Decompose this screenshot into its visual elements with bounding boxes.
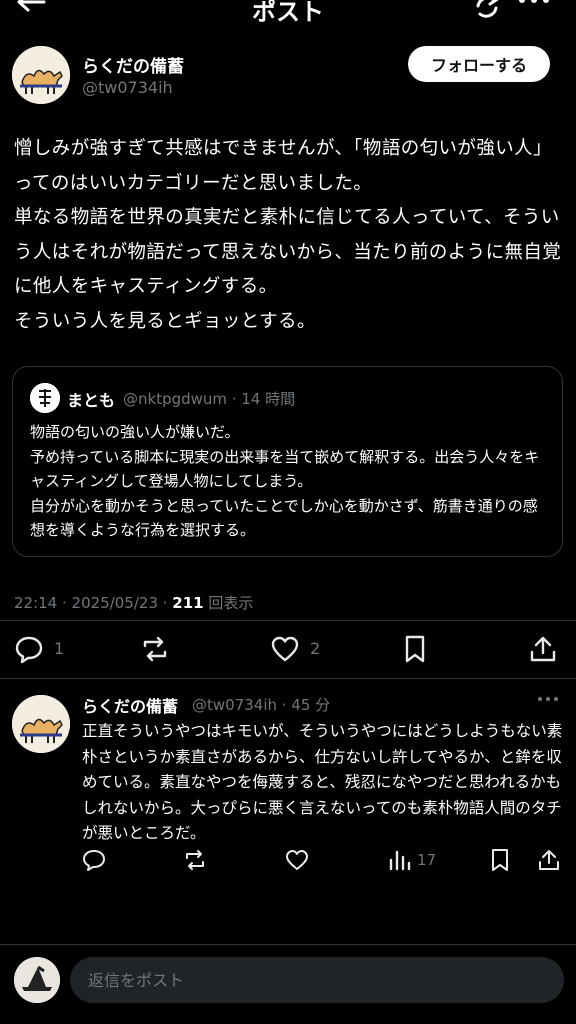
- bookmark-icon: [492, 849, 508, 871]
- post-author: らくだの備蓄 @tw0734ih フォローする: [12, 46, 564, 106]
- quoted-post[interactable]: まとも @nktpgdwum · 14 時間 物語の匂いの強い人が嫌いだ。 予め…: [12, 366, 563, 557]
- reply-post[interactable]: らくだの備蓄 @tw0734ih · 45 分 正直そういうやつはキモいが、そう…: [0, 685, 576, 875]
- reply-views-count: 17: [417, 851, 437, 869]
- author-handle[interactable]: @tw0734ih: [82, 78, 173, 97]
- reply-avatar[interactable]: [12, 695, 70, 753]
- reply-bubble-icon: [15, 636, 43, 664]
- quoted-author-name: まとも: [67, 391, 116, 410]
- reply-share-button[interactable]: [537, 846, 561, 874]
- repost-button[interactable]: [140, 632, 174, 666]
- bookmark-icon: [405, 635, 425, 663]
- divider: [0, 678, 576, 679]
- refresh-icon[interactable]: [470, 0, 504, 26]
- quoted-avatar: [30, 383, 60, 413]
- quoted-text: 物語の匂いの強い人が嫌いだ。 予め持っている脚本に現実の出来事を当て嵌めて解釈す…: [30, 423, 540, 539]
- current-user-avatar[interactable]: [14, 957, 60, 1003]
- reply-like-button[interactable]: [285, 846, 309, 874]
- camel-icon: [12, 46, 70, 104]
- repost-icon: [186, 850, 204, 870]
- reply-reply-button[interactable]: [82, 846, 106, 874]
- heart-icon: [271, 636, 299, 662]
- kanji-avatar-icon: [30, 383, 60, 413]
- analytics-icon: [389, 850, 411, 871]
- views-label: 回表示: [203, 594, 254, 612]
- camel-icon: [12, 695, 70, 753]
- repost-icon: [143, 636, 167, 662]
- reply-more-icon[interactable]: [535, 689, 561, 709]
- like-count: 2: [310, 639, 321, 658]
- quoted-author-meta: @nktpgdwum · 14 時間: [123, 390, 296, 408]
- top-bar: ポスト: [0, 0, 576, 30]
- share-icon: [530, 636, 556, 662]
- reply-bubble-icon: [83, 850, 105, 871]
- reply-button[interactable]: 1: [14, 632, 74, 666]
- reply-bookmark-button[interactable]: [488, 846, 512, 874]
- reply-author-name[interactable]: らくだの備蓄: [82, 693, 178, 717]
- reply-input[interactable]: [70, 957, 564, 1003]
- views-count: 211: [172, 594, 204, 612]
- author-name[interactable]: らくだの備蓄: [82, 52, 184, 77]
- post-timestamp: 22:14 · 2025/05/23 ·: [14, 594, 173, 612]
- share-icon: [539, 850, 559, 870]
- witch-hat-icon: [14, 957, 60, 1003]
- reply-author-meta: @tw0734ih · 45 分: [192, 696, 331, 714]
- reply-views[interactable]: 17: [387, 846, 447, 874]
- post-timestamp-views: 22:14 · 2025/05/23 · 211 回表示: [14, 592, 253, 613]
- reply-composer: [0, 944, 576, 1024]
- reply-text: 正直そういうやつはキモいが、そういうやつにはどうしようもない素朴さというか素直さ…: [82, 722, 563, 843]
- post-text: 憎しみが強すぎて共感はできませんが、「物語の匂いが強い人」ってのはいいカテゴリー…: [14, 138, 562, 332]
- bookmark-button[interactable]: [400, 632, 430, 666]
- divider: [0, 620, 576, 621]
- reply-action-bar: 17: [0, 846, 576, 876]
- like-button[interactable]: 2: [270, 632, 330, 666]
- heart-icon: [286, 850, 308, 870]
- more-options-icon[interactable]: [514, 0, 554, 20]
- reply-repost-button[interactable]: [183, 846, 207, 874]
- reply-count: 1: [54, 639, 65, 658]
- post-action-bar: 1 2: [0, 632, 576, 668]
- share-button[interactable]: [528, 632, 558, 666]
- author-avatar[interactable]: [12, 46, 70, 104]
- follow-button[interactable]: フォローする: [408, 46, 550, 82]
